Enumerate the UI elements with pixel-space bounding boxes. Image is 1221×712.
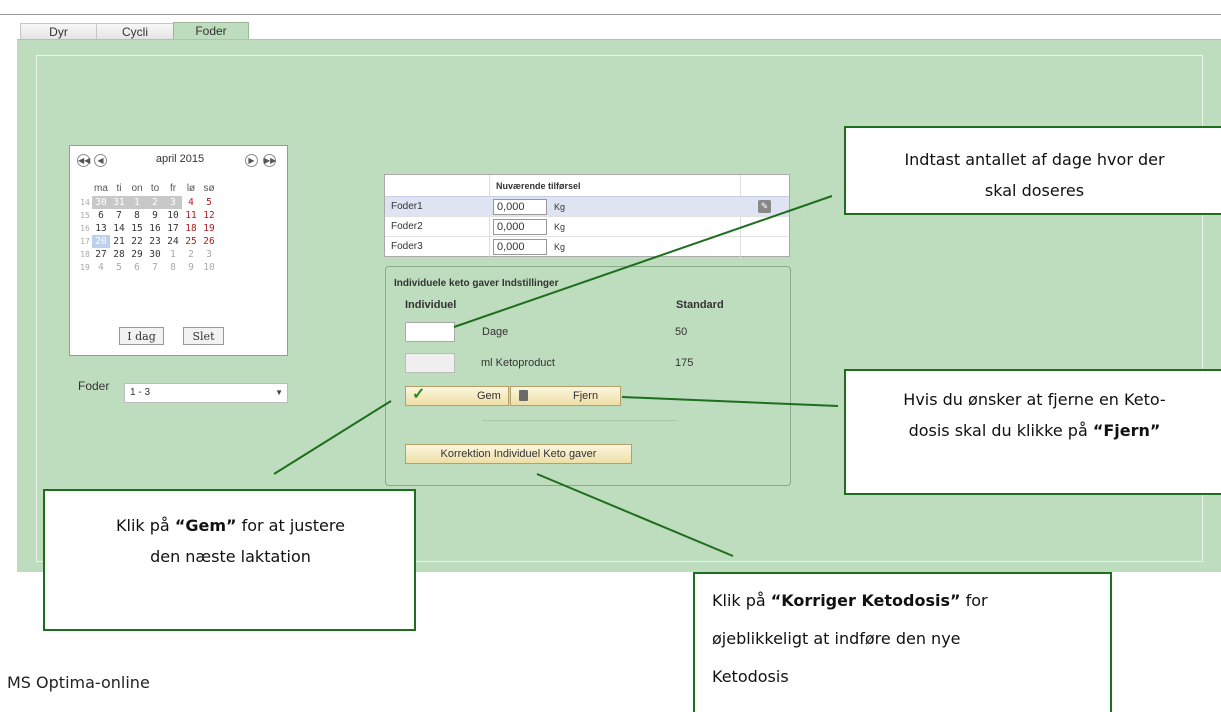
callout-correct: Klik på “Korriger Ketodosis” for øjeblik… [693, 572, 1112, 712]
connector-line [273, 400, 392, 475]
callout-text: den næste laktation [150, 547, 311, 566]
connector-line [536, 473, 734, 557]
callout-text: dosis skal du klikke på “Fjern” [908, 421, 1161, 440]
callout-text: Klik på “Korriger Ketodosis” for [712, 591, 988, 610]
callout-enter-days: Indtast antallet af dage hvor der skal d… [844, 126, 1221, 215]
callout-save: Klik på “Gem” for at justere den næste l… [43, 489, 416, 631]
footer-brand: MS Optima-online [7, 673, 150, 692]
callout-text: Indtast antallet af dage hvor der [904, 150, 1165, 169]
callout-text: Ketodosis [712, 667, 789, 686]
connector-line [453, 195, 833, 328]
callout-text: Klik på “Gem” for at justere [116, 516, 345, 535]
callout-remove: Hvis du ønsker at fjerne en Keto- dosis … [844, 369, 1221, 495]
connector-line [621, 396, 839, 407]
callout-text: øjeblikkeligt at indføre den nye [712, 629, 961, 648]
callout-text: skal doseres [984, 181, 1085, 200]
callout-text: Hvis du ønsker at fjerne en Keto- [903, 390, 1166, 409]
